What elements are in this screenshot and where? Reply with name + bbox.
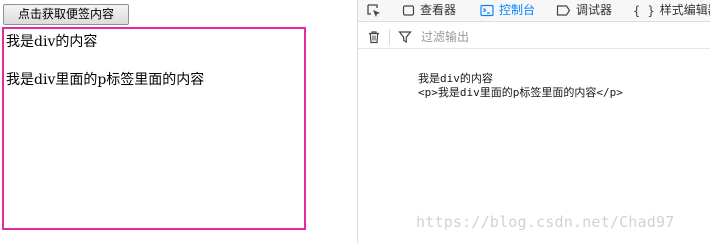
get-content-button[interactable]: 点击获取便签内容 (3, 4, 129, 25)
inspector-icon (402, 5, 415, 16)
tab-console-label: 控制台 (499, 3, 536, 17)
pick-element-icon[interactable] (366, 3, 382, 19)
console-line: 我是div的内容 (418, 72, 493, 85)
watermark: https://blog.csdn.net/Chad97 (416, 213, 675, 231)
console-line: <p>我是div里面的p标签里面的内容</p> (418, 86, 623, 99)
filter-output-input[interactable] (421, 28, 671, 46)
tab-inspector-label: 查看器 (420, 3, 457, 17)
div-text: 我是div的内容 (6, 34, 98, 50)
toolbar-divider (389, 29, 390, 45)
trash-icon[interactable] (367, 30, 381, 44)
tab-debugger-label: 调试器 (576, 3, 613, 17)
console-output: 我是div的内容 <p>我是div里面的p标签里面的内容</p> (418, 72, 623, 100)
devtools-tabbar: 查看器 控制台 调试器 { } 样式编辑器 (358, 0, 710, 22)
style-editor-icon: { } (633, 3, 655, 18)
tab-inspector[interactable]: 查看器 (402, 0, 456, 21)
tab-console[interactable]: 控制台 (480, 0, 535, 21)
p-text: 我是div里面的p标签里面的内容 (6, 72, 205, 88)
content-div: 我是div的内容 我是div里面的p标签里面的内容 (2, 27, 306, 230)
page-viewport: 点击获取便签内容 我是div的内容 我是div里面的p标签里面的内容 (0, 0, 357, 243)
console-icon (480, 4, 494, 17)
tab-style-editor[interactable]: { } 样式编辑器 (633, 0, 710, 21)
tab-debugger[interactable]: 调试器 (556, 0, 612, 21)
console-toolbar (358, 25, 710, 49)
tab-style-editor-label: 样式编辑器 (659, 3, 710, 17)
debugger-icon (556, 5, 571, 16)
devtools-panel: 查看器 控制台 调试器 { } 样式编辑器 (357, 0, 710, 243)
filter-icon (398, 31, 412, 44)
